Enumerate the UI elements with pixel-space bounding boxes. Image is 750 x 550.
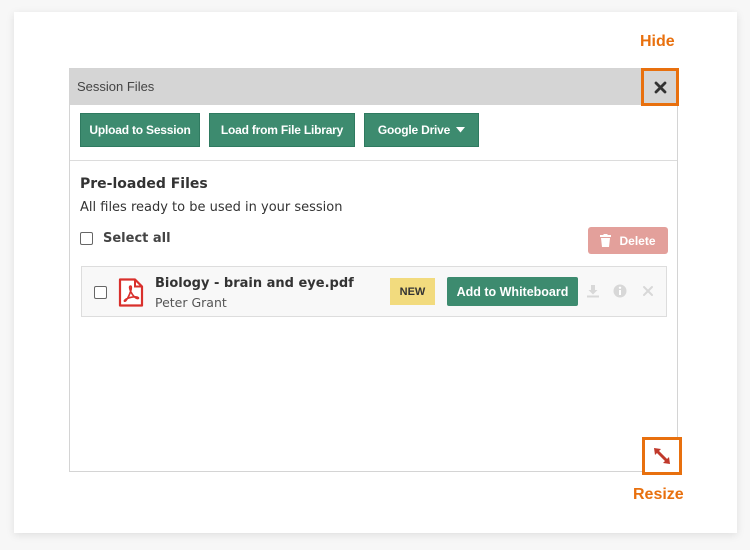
add-to-whiteboard-label: Add to Whiteboard	[456, 284, 569, 299]
delete-button[interactable]: Delete	[588, 227, 668, 254]
load-from-file-library-label: Load from File Library	[220, 123, 344, 137]
close-x-icon	[654, 81, 666, 93]
load-from-file-library-button[interactable]: Load from File Library	[209, 113, 355, 147]
upload-to-session-label: Upload to Session	[89, 123, 191, 137]
resize-diagonal-arrow-icon	[654, 448, 670, 464]
info-icon[interactable]	[613, 284, 627, 298]
select-all-control[interactable]: Select all	[80, 231, 171, 246]
select-all-label: Select all	[103, 231, 171, 246]
delete-label: Delete	[619, 233, 656, 248]
upload-to-session-button[interactable]: Upload to Session	[80, 113, 200, 147]
file-owner: Peter Grant	[155, 295, 227, 310]
select-all-checkbox[interactable]	[80, 232, 93, 245]
section-subtitle: All files ready to be used in your sessi…	[80, 200, 343, 215]
hide-annotation-label: Hide	[640, 33, 675, 50]
session-files-panel: Session Files Upload to Session Load fro…	[69, 68, 679, 472]
download-icon[interactable]	[586, 284, 600, 298]
resize-handle[interactable]	[642, 437, 682, 475]
resize-annotation-label: Resize	[633, 486, 684, 503]
remove-icon[interactable]	[642, 285, 654, 297]
panel-header: Session Files	[70, 68, 679, 106]
caret-down-icon	[456, 127, 466, 133]
add-to-whiteboard-button[interactable]: Add to Whiteboard	[447, 277, 578, 306]
trash-icon	[600, 234, 612, 247]
google-drive-label: Google Drive	[377, 123, 451, 137]
file-row: Biology - brain and eye.pdf Peter Grant …	[81, 266, 667, 317]
section-title: Pre-loaded Files	[80, 176, 208, 192]
file-name[interactable]: Biology - brain and eye.pdf	[155, 276, 354, 291]
hide-button[interactable]	[641, 68, 679, 106]
toolbar: Upload to Session Load from File Library…	[70, 105, 677, 161]
pdf-icon	[118, 278, 144, 307]
google-drive-dropdown[interactable]: Google Drive	[364, 113, 479, 147]
file-checkbox[interactable]	[94, 286, 107, 299]
panel-title: Session Files	[77, 79, 155, 94]
new-badge: NEW	[390, 278, 435, 305]
